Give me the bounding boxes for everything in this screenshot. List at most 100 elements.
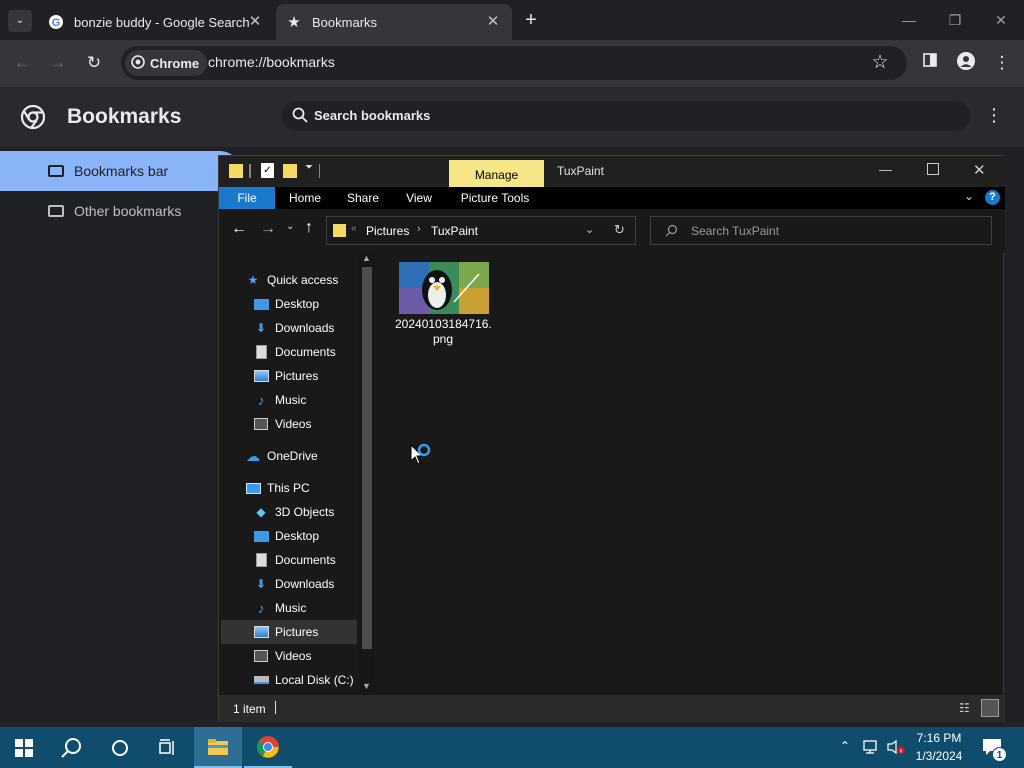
music-note-icon: ♪ <box>257 392 265 408</box>
recent-locations-icon[interactable]: ⌄ <box>286 221 294 232</box>
nav-scrollbar[interactable]: ▲ ▼ <box>359 253 375 695</box>
restore-button[interactable]: ❐ <box>940 8 970 32</box>
chrome-taskbar-button[interactable] <box>244 727 292 768</box>
navigation-pane: ★ Quick access Desktop 📌 ⬇ Downloads 📌 D… <box>219 253 377 695</box>
tab-google-search[interactable]: G bonzie buddy - Google Search ✕ <box>38 4 274 40</box>
tab-title: Bookmarks <box>312 14 378 30</box>
notification-badge: 1 <box>992 747 1007 762</box>
scroll-up-icon[interactable]: ▲ <box>362 253 371 263</box>
expand-ribbon-icon[interactable]: ⌄ <box>964 189 974 203</box>
reload-button[interactable]: ↻ <box>83 52 105 74</box>
desktop-icon <box>253 297 269 311</box>
nav-label: This PC <box>267 481 310 495</box>
forward-button[interactable]: → <box>47 52 69 74</box>
clock-time[interactable]: 7:16 PM <box>912 731 966 745</box>
nav-onedrive[interactable]: ☁ OneDrive <box>245 444 377 468</box>
customize-qat-icon[interactable]: ⏷ <box>305 162 313 173</box>
tab-picture-tools[interactable]: Picture Tools <box>455 187 535 209</box>
bookmarks-search-input[interactable]: Search bookmarks <box>282 101 970 131</box>
close-tab-icon[interactable]: ✕ <box>484 13 502 31</box>
bookmarks-header: Bookmarks Search bookmarks ⋮ <box>0 87 1024 147</box>
nav-item-pictures-pc[interactable]: Pictures <box>221 620 357 644</box>
volume-muted-icon[interactable]: x <box>886 739 906 760</box>
help-icon[interactable]: ? <box>985 190 1000 205</box>
chevron-right-icon[interactable]: › <box>417 223 421 235</box>
video-icon <box>253 417 269 431</box>
breadcrumb-tuxpaint[interactable]: TuxPaint <box>431 224 478 238</box>
pictures-icon <box>253 369 269 383</box>
busy-cursor-icon <box>409 443 435 474</box>
file-item[interactable]: 20240103184716. png <box>395 262 492 352</box>
side-panel-icon[interactable] <box>919 52 941 74</box>
more-actions-icon[interactable]: ⋮ <box>985 105 1003 126</box>
nav-this-pc[interactable]: This PC <box>245 476 377 500</box>
large-icons-view-icon[interactable] <box>981 699 999 717</box>
refresh-icon[interactable]: ↻ <box>614 222 625 238</box>
profile-icon[interactable] <box>955 52 977 74</box>
tab-share[interactable]: Share <box>339 187 387 209</box>
network-icon[interactable] <box>862 739 880 760</box>
cortana-button[interactable] <box>96 727 144 768</box>
search-button[interactable] <box>48 727 96 768</box>
sidebar-item-label: Bookmarks bar <box>74 163 169 179</box>
task-view-button[interactable] <box>144 727 192 768</box>
nav-label: 3D Objects <box>275 505 335 519</box>
address-bar[interactable]: Chrome chrome://bookmarks <box>121 46 907 80</box>
new-folder-icon[interactable] <box>283 164 297 178</box>
folder-icon <box>48 165 64 177</box>
details-view-icon[interactable]: ☷ <box>959 701 970 715</box>
minimize-button[interactable]: — <box>894 8 924 32</box>
sidebar-item-bookmarks-bar[interactable]: Bookmarks bar <box>0 151 240 191</box>
forward-arrow-icon[interactable]: → <box>260 220 276 238</box>
back-arrow-icon[interactable]: ← <box>231 220 247 238</box>
document-icon <box>253 553 269 567</box>
tab-file[interactable]: File <box>219 187 275 209</box>
nav-label: Videos <box>275 649 312 663</box>
sidebar-item-label: Other bookmarks <box>74 203 182 219</box>
close-tab-icon[interactable]: ✕ <box>246 13 264 31</box>
maximize-button[interactable] <box>927 163 939 175</box>
site-info-chip[interactable]: Chrome <box>125 50 208 76</box>
nav-label: Pictures <box>275 625 319 639</box>
start-button[interactable] <box>0 727 48 768</box>
sidebar-item-other-bookmarks[interactable]: Other bookmarks <box>0 191 240 231</box>
dropdown-chevron-icon[interactable]: ⌄ <box>585 223 594 236</box>
back-button[interactable]: ← <box>11 52 33 74</box>
nav-label: Local Disk (C:) <box>275 673 354 687</box>
tab-home[interactable]: Home <box>281 187 329 209</box>
menu-kebab-icon[interactable]: ⋮ <box>991 52 1013 74</box>
divider <box>319 164 320 178</box>
tab-manage[interactable]: Manage <box>449 160 544 187</box>
new-tab-button[interactable]: + <box>520 10 542 32</box>
show-hidden-icons-chevron[interactable]: ⌃ <box>840 739 850 753</box>
svg-text:G: G <box>52 17 61 29</box>
chrome-icon <box>131 54 145 72</box>
bookmark-star-icon[interactable]: ☆ <box>869 52 891 74</box>
close-window-button[interactable]: ✕ <box>986 8 1016 32</box>
nav-label: Desktop <box>275 297 320 311</box>
tab-bookmarks[interactable]: ★ Bookmarks ✕ <box>276 4 512 40</box>
divider <box>249 164 251 178</box>
cloud-icon: ☁ <box>246 447 260 464</box>
pictures-icon <box>253 625 269 639</box>
ribbon-tabs: File Home Share View Picture Tools ⌄ ? <box>219 187 1005 209</box>
explorer-address-bar[interactable]: « Pictures › TuxPaint ⌄ ↻ <box>326 216 636 245</box>
close-window-button[interactable]: ✕ <box>973 161 986 179</box>
tab-view[interactable]: View <box>397 187 441 209</box>
up-arrow-icon[interactable]: ↑ <box>305 219 313 237</box>
file-explorer-taskbar-button[interactable] <box>194 727 242 768</box>
nav-label: Music <box>275 601 307 615</box>
nav-label: OneDrive <box>267 449 318 463</box>
scrollbar-thumb[interactable] <box>362 267 372 649</box>
nav-quick-access[interactable]: ★ Quick access <box>245 268 377 292</box>
clock-date[interactable]: 1/3/2024 <box>912 749 966 763</box>
bookmarks-sidebar: Bookmarks bar Other bookmarks <box>0 147 240 727</box>
breadcrumb-pictures[interactable]: Pictures <box>366 224 409 238</box>
scroll-down-icon[interactable]: ▼ <box>362 681 371 691</box>
explorer-search-input[interactable]: Search TuxPaint <box>650 216 992 245</box>
properties-icon[interactable]: ✓ <box>261 163 274 178</box>
music-note-icon: ♪ <box>257 600 265 616</box>
tab-search-button[interactable]: ⌄ <box>8 10 32 32</box>
minimize-button[interactable]: — <box>879 162 892 177</box>
download-arrow-icon: ⬇ <box>255 577 267 591</box>
